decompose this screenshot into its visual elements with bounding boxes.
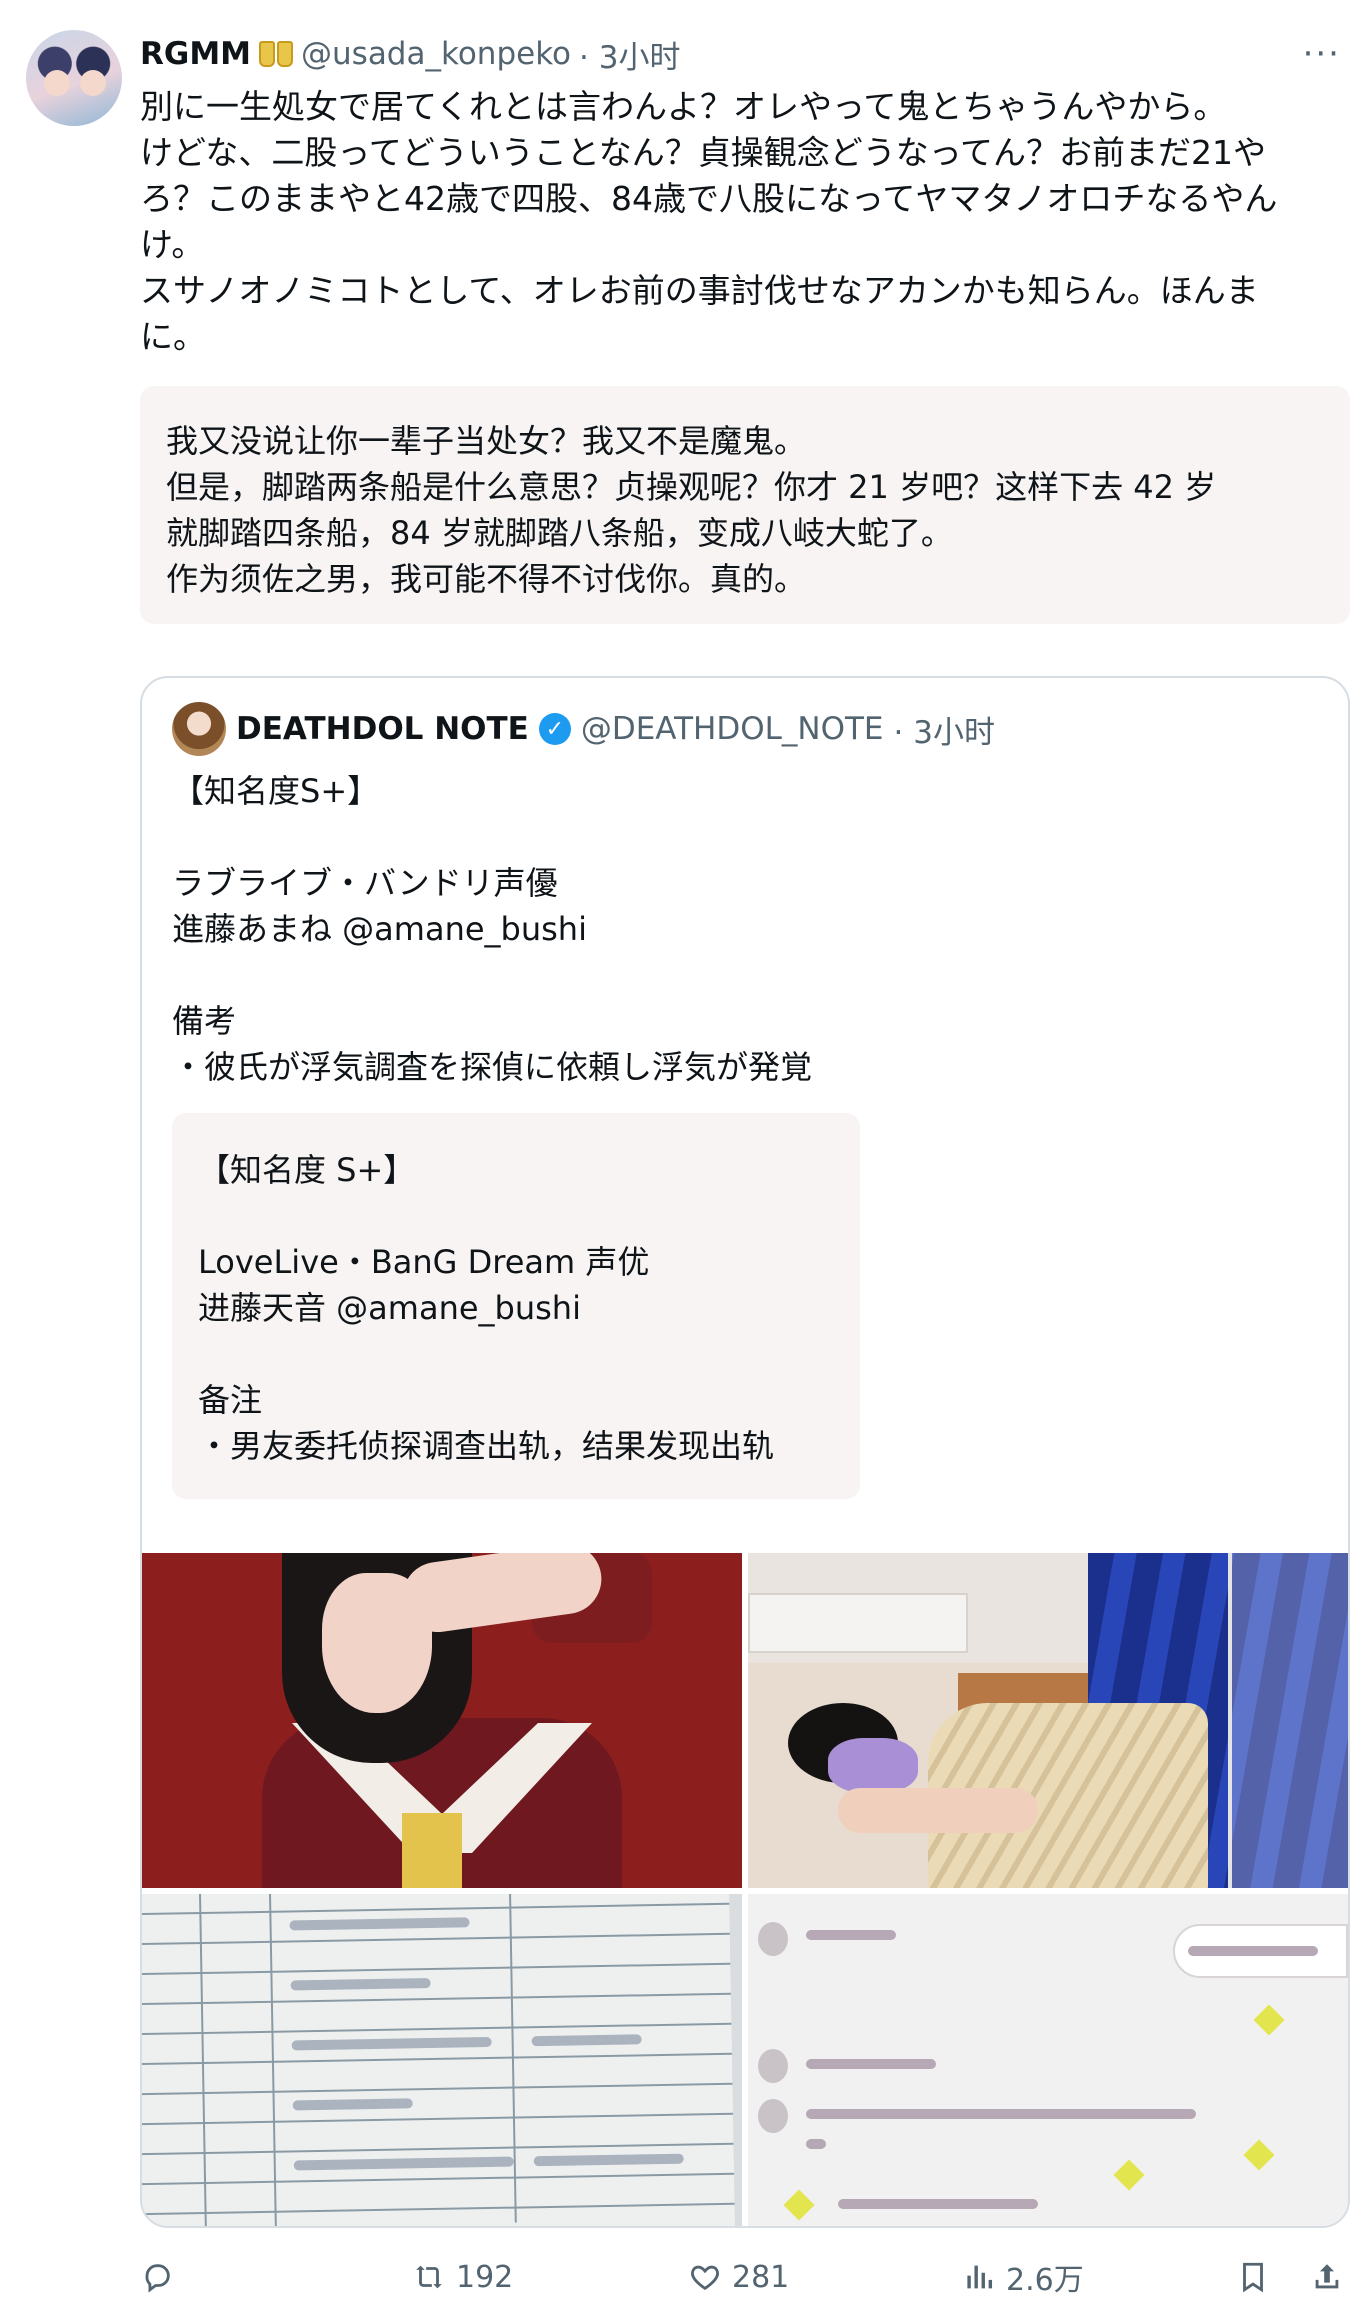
photo-detective-invoice[interactable] — [142, 1894, 742, 2226]
author-avatar[interactable] — [26, 30, 122, 126]
views-count: 2.6万 — [1006, 2263, 1084, 2298]
photo-girl-sleeping-in-bed[interactable] — [748, 1553, 1348, 1888]
views-bar-chart-icon — [967, 2265, 993, 2289]
photo-grid — [142, 1553, 1348, 2226]
tweet-timestamp[interactable]: · 3小时 — [579, 32, 680, 77]
share-button[interactable] — [1310, 2252, 1344, 2302]
reply-icon — [145, 2264, 170, 2293]
more-options-icon[interactable]: ··· — [1303, 34, 1341, 74]
quoted-tweet-header: DEATHDOL NOTE ✓ @DEATHDOL_NOTE · 3小时 — [172, 702, 995, 756]
quoted-translation-text: 【知名度 S+】 LoveLive・BanG Dream 声优 进藤天音 @am… — [198, 1151, 775, 1465]
tweet-card: RGMM @usada_konpeko · 3小时 ··· 別に一生処女で居てく… — [0, 0, 1363, 2314]
share-upload-icon — [1315, 2264, 1339, 2289]
retweet-icon — [416, 2265, 442, 2289]
quoted-tweet-text: 【知名度S+】 ラブライブ・バンドリ声優 進藤あまね @amane_bushi … — [172, 772, 813, 1086]
bookmark-button[interactable] — [1236, 2252, 1270, 2302]
quoted-translation-box: 【知名度 S+】 LoveLive・BanG Dream 声优 进藤天音 @am… — [172, 1113, 860, 1499]
heart-icon — [691, 2265, 719, 2291]
verified-check-icon: ✓ — [538, 713, 571, 745]
bookmark-icon — [1243, 2262, 1263, 2293]
like-button[interactable]: 281 — [688, 2252, 789, 2302]
tweet-header: RGMM @usada_konpeko · 3小时 — [140, 32, 680, 77]
views-button[interactable]: 2.6万 — [962, 2252, 1084, 2302]
tweet-translation-box: 我又没说让你一辈子当处女？我又不是魔鬼。 但是，脚踏两条船是什么意思？贞操观呢？… — [140, 386, 1350, 624]
quoted-tweet-timestamp[interactable]: · 3小时 — [894, 707, 995, 752]
photo-chat-screenshot[interactable] — [748, 1894, 1348, 2226]
quoted-tweet[interactable]: DEATHDOL NOTE ✓ @DEATHDOL_NOTE · 3小时 【知名… — [140, 676, 1350, 2228]
quoted-author-avatar[interactable] — [172, 702, 226, 756]
avatar-face-right — [80, 70, 106, 96]
quoted-author-handle[interactable]: @DEATHDOL_NOTE — [581, 711, 884, 747]
quoted-author-name[interactable]: DEATHDOL NOTE — [236, 711, 529, 747]
author-handle[interactable]: @usada_konpeko — [301, 36, 571, 72]
tweet-text: 別に一生処女で居てくれとは言わんよ？オレやって鬼とちゃうんやから。 けどな、二股… — [140, 87, 1278, 356]
photo-girl-in-uniform[interactable] — [142, 1553, 742, 1888]
retweet-count: 192 — [456, 2259, 514, 2295]
author-name[interactable]: RGMM — [140, 36, 251, 72]
tweet-translation-text: 我又没说让你一辈子当处女？我又不是魔鬼。 但是，脚踏两条船是什么意思？贞操观呢？… — [166, 422, 1217, 598]
avatar-face-left — [44, 70, 70, 96]
reply-button[interactable] — [140, 2252, 184, 2302]
tweet-actions-bar: 192 281 2.6万 — [140, 2252, 1360, 2302]
like-count: 281 — [732, 2259, 790, 2295]
twin-figures-emoji-icon — [259, 41, 294, 67]
retweet-button[interactable]: 192 — [412, 2252, 513, 2302]
